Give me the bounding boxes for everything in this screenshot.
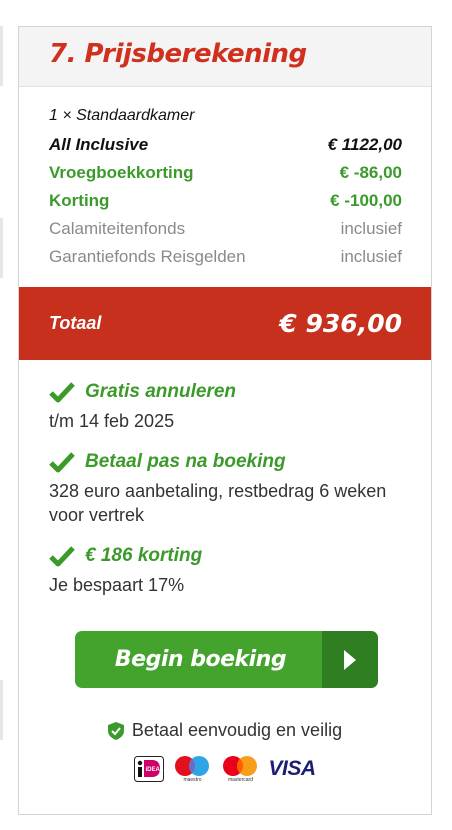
- total-value: € 936,00: [279, 309, 402, 338]
- price-line-value: € -86,00: [339, 163, 402, 182]
- price-line-discount: Korting € -100,00: [49, 187, 402, 215]
- price-line-early-booking-discount: Vroegboekkorting € -86,00: [49, 159, 402, 187]
- benefit-item: Gratis annuleren t/m 14 feb 2025: [49, 377, 411, 433]
- benefit-description: 328 euro aanbetaling, restbedrag 6 weken…: [49, 481, 387, 525]
- panel-title: 7. Prijsberekening: [49, 39, 307, 69]
- price-line-label: Calamiteitenfonds: [49, 219, 186, 238]
- benefit-item: Betaal pas na boeking 328 euro aanbetali…: [49, 447, 411, 527]
- price-line-label: Garantiefonds Reisgelden: [49, 247, 246, 266]
- visa-logo-text: VISA: [268, 757, 316, 780]
- price-line-value: € 1122,00: [327, 135, 402, 154]
- check-icon: [49, 546, 75, 567]
- chevron-right-icon: [322, 631, 378, 688]
- price-line-label: 1 × Standaardkamer: [49, 107, 195, 124]
- check-icon: [49, 452, 75, 473]
- price-calculation-panel: 7. Prijsberekening 1 × Standaardkamer Al…: [18, 26, 432, 815]
- payment-methods: iDEAL maestro mastercard VISA: [19, 755, 431, 783]
- benefit-title: Betaal pas na boeking: [85, 451, 286, 472]
- maestro-logo: maestro: [172, 755, 212, 783]
- price-line-board: All Inclusive € 1122,00: [49, 131, 402, 159]
- mastercard-caption: mastercard: [227, 777, 253, 783]
- price-line-room: 1 × Standaardkamer: [49, 104, 402, 128]
- check-icon: [49, 382, 75, 403]
- benefit-title: € 186 korting: [85, 545, 203, 566]
- begin-booking-label: Begin boeking: [114, 647, 287, 672]
- benefit-title: Gratis annuleren: [85, 381, 236, 402]
- price-line-calamity-fund: Calamiteitenfonds inclusief: [49, 215, 402, 243]
- price-line-guarantee-fund: Garantiefonds Reisgelden inclusief: [49, 243, 402, 271]
- mastercard-logo: mastercard: [220, 755, 260, 783]
- shield-check-icon: [107, 721, 124, 740]
- price-line-value: inclusief: [340, 247, 402, 266]
- price-lines: 1 × Standaardkamer All Inclusive € 1122,…: [19, 87, 431, 271]
- secure-payment-note: Betaal eenvoudig en veilig: [19, 720, 431, 741]
- benefit-item: € 186 korting Je bespaart 17%: [49, 541, 411, 597]
- visa-logo: VISA: [268, 757, 316, 781]
- price-line-label: Korting: [49, 191, 110, 210]
- ideal-logo-text: iDEAL: [146, 767, 164, 773]
- price-line-label: All Inclusive: [49, 135, 149, 154]
- secure-payment-text: Betaal eenvoudig en veilig: [131, 720, 343, 740]
- left-page-edge: [0, 26, 3, 86]
- price-line-value: € -100,00: [330, 191, 402, 210]
- ideal-logo: iDEAL: [134, 756, 165, 782]
- left-page-edge: [0, 680, 3, 740]
- total-bar: Totaal € 936,00: [19, 287, 431, 360]
- begin-booking-button[interactable]: Begin boeking: [75, 631, 378, 688]
- total-label: Totaal: [49, 313, 102, 333]
- left-page-edge: [0, 218, 3, 278]
- benefits-list: Gratis annuleren t/m 14 feb 2025 Betaal …: [49, 377, 411, 611]
- benefit-description: Je bespaart 17%: [49, 575, 185, 595]
- benefit-description: t/m 14 feb 2025: [49, 411, 175, 431]
- price-line-label: Vroegboekkorting: [49, 163, 194, 182]
- panel-header: 7. Prijsberekening: [19, 27, 431, 87]
- maestro-caption: maestro: [183, 777, 202, 783]
- price-line-value: inclusief: [340, 219, 402, 238]
